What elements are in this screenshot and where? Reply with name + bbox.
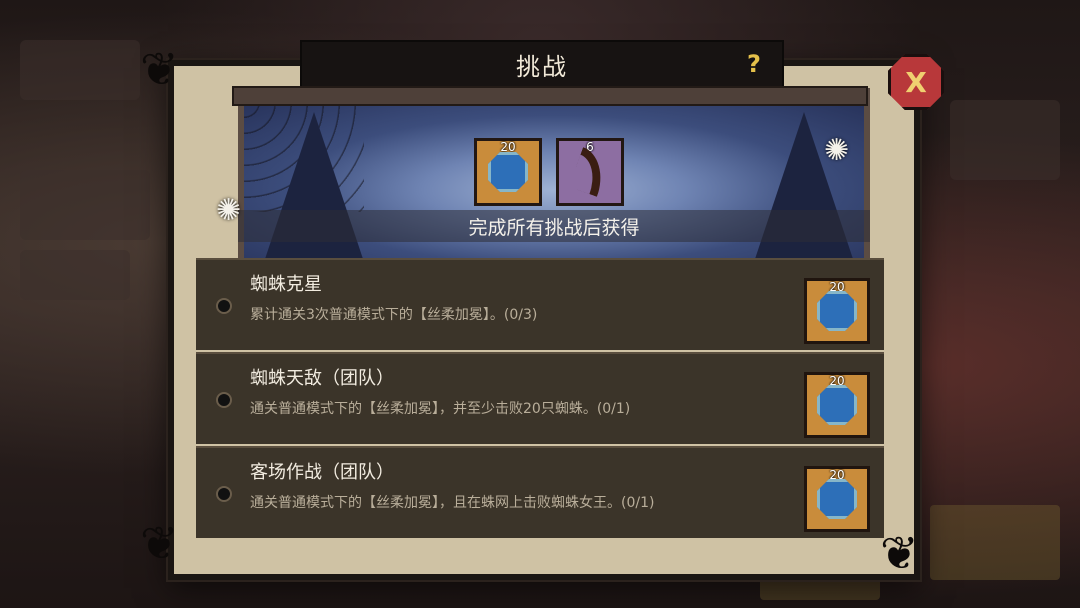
bg-shape [930, 505, 1060, 580]
bg-shape [950, 100, 1060, 180]
vine-decoration: ❦ [140, 42, 179, 96]
challenge-name: 客场作战（团队） [250, 462, 394, 483]
bg-shape [20, 170, 150, 240]
challenge-row: 蜘蛛克星 累计通关3次普通模式下的【丝柔加冕】。(0/3) 20 [196, 258, 884, 350]
vine-decoration: ❦ [880, 526, 919, 580]
blue-gem-icon [817, 291, 857, 331]
title-bar: 挑战 [300, 40, 784, 88]
challenge-description: 通关普通模式下的【丝柔加冕】，且在蛛网上击败蜘蛛女王。(0/1) [250, 495, 655, 511]
banner-reward-claw[interactable]: 6 [556, 138, 624, 206]
challenge-row: 蜘蛛天敌（团队） 通关普通模式下的【丝柔加冕】，并至少击败20只蜘蛛。(0/1)… [196, 352, 884, 444]
close-button[interactable]: X [888, 54, 944, 110]
challenge-reward[interactable]: 20 [804, 466, 870, 532]
banner-frame [232, 86, 868, 106]
page-title: 挑战 [516, 52, 568, 81]
status-bullet-icon [212, 482, 236, 506]
banner-caption: 完成所有挑战后获得 [238, 210, 870, 242]
bg-shape [20, 250, 130, 300]
status-bullet-icon [212, 388, 236, 412]
challenge-description: 累计通关3次普通模式下的【丝柔加冕】。(0/3) [250, 307, 538, 323]
challenge-row: 客场作战（团队） 通关普通模式下的【丝柔加冕】，且在蛛网上击败蜘蛛女王。(0/1… [196, 446, 884, 538]
blue-gem-icon [817, 479, 857, 519]
help-icon[interactable]: ? [742, 52, 766, 76]
reward-count: 20 [500, 140, 516, 154]
challenge-name: 蜘蛛克星 [250, 274, 322, 295]
close-icon: X [905, 65, 927, 99]
blue-gem-icon [817, 385, 857, 425]
status-bullet-icon [212, 294, 236, 318]
blue-gem-icon [488, 152, 528, 192]
challenge-reward[interactable]: 20 [804, 278, 870, 344]
claw-icon [568, 147, 612, 197]
spider-icon: ✺ [824, 133, 850, 168]
spider-icon: ✺ [216, 193, 242, 228]
challenge-description: 通关普通模式下的【丝柔加冕】，并至少击败20只蜘蛛。(0/1) [250, 401, 631, 417]
vine-decoration: ❦ [140, 516, 179, 570]
banner-reward-gem[interactable]: 20 [474, 138, 542, 206]
challenge-name: 蜘蛛天敌（团队） [250, 368, 394, 389]
challenge-reward[interactable]: 20 [804, 372, 870, 438]
bg-shape [20, 40, 140, 100]
